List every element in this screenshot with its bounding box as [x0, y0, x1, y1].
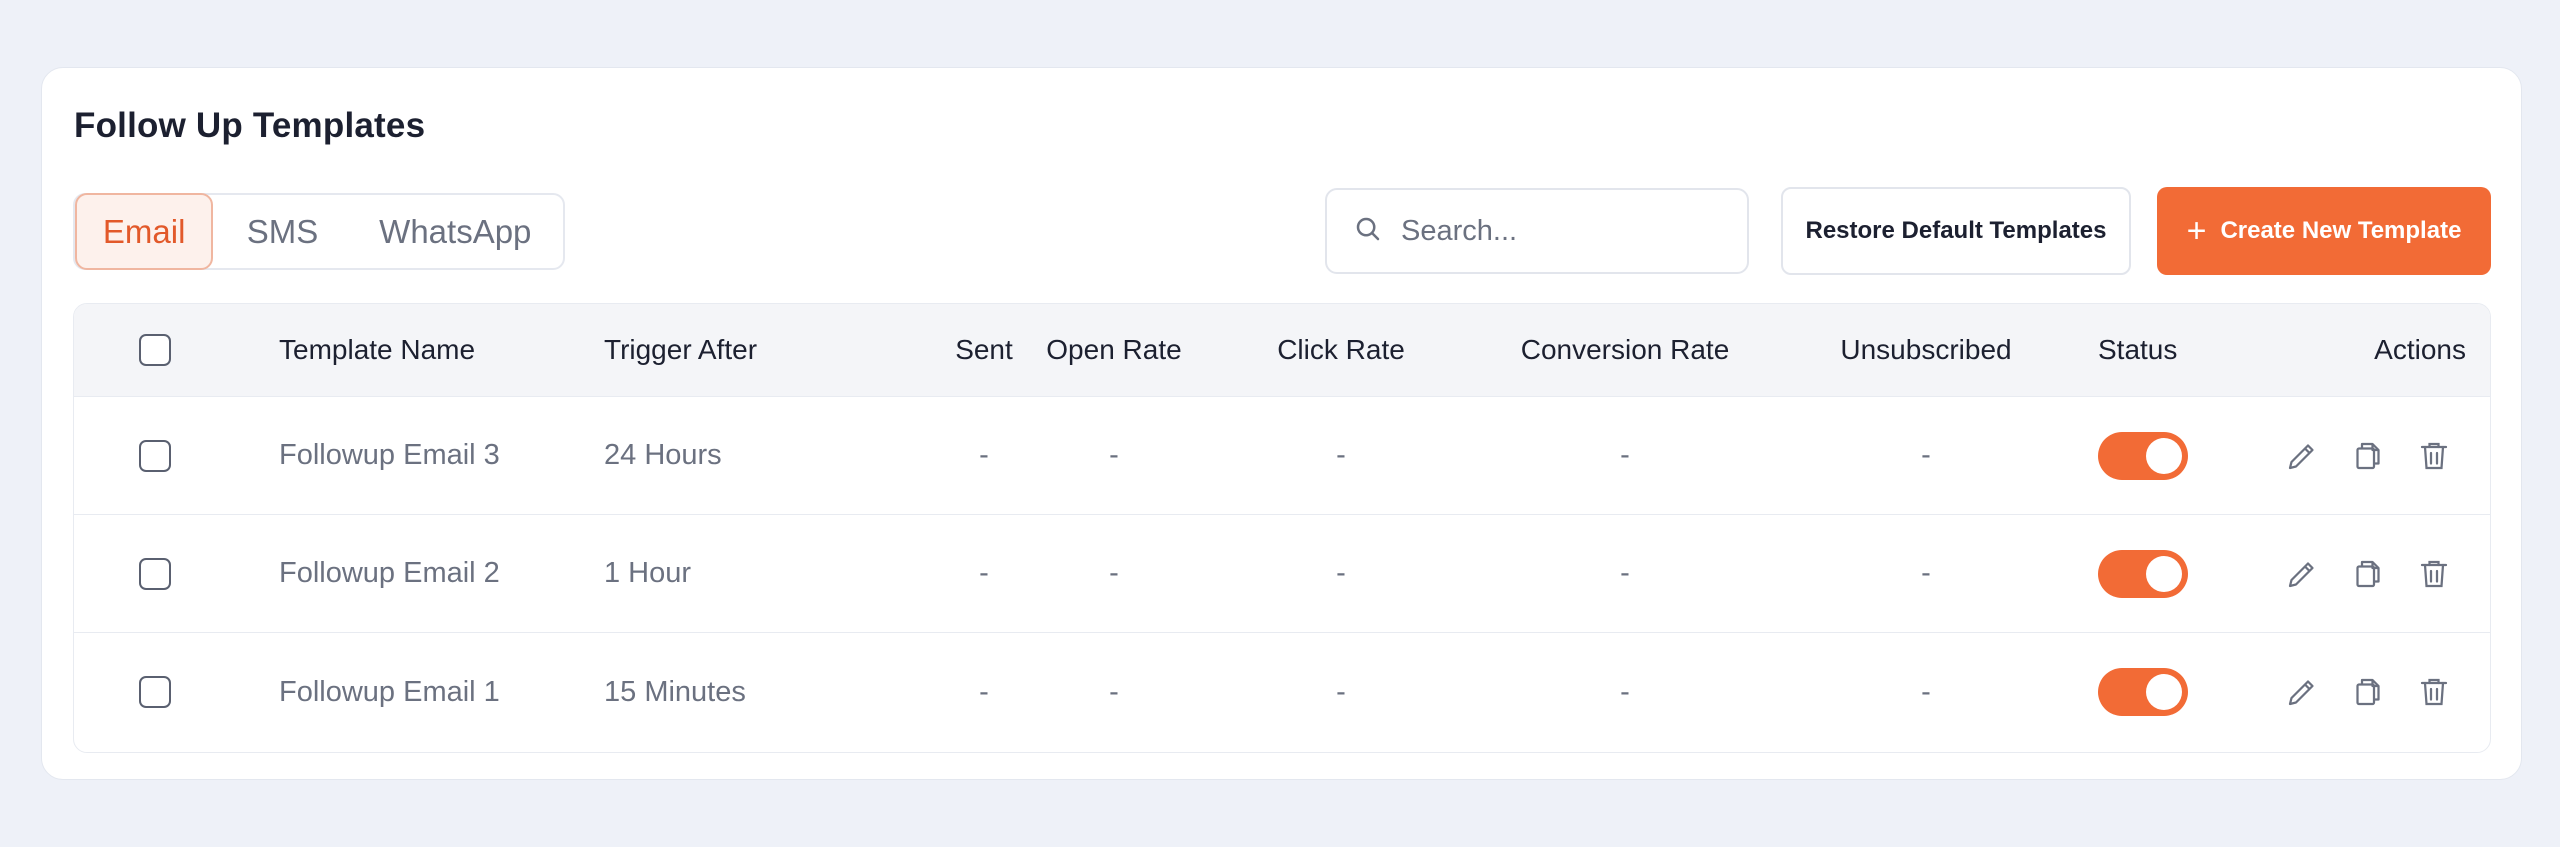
unsubscribed-cell: - [1921, 439, 1931, 471]
table-row: Followup Email 3 24 Hours - - - - - [74, 397, 2490, 515]
duplicate-icon[interactable] [2350, 674, 2386, 710]
unsubscribed-cell: - [1921, 675, 1931, 708]
status-toggle[interactable] [2098, 431, 2188, 480]
row-checkbox[interactable] [139, 439, 171, 472]
page-title: Follow Up Templates [74, 106, 426, 145]
status-cell [2098, 397, 2188, 514]
templates-table: Template Name Trigger After Sent Open Ra… [73, 303, 2491, 753]
tab-whatsapp[interactable]: WhatsApp [352, 195, 559, 268]
toggle-knob [2146, 437, 2182, 474]
header-status: Status [2098, 334, 2178, 365]
row-select-cell [129, 633, 181, 751]
channel-tabs: Email SMS WhatsApp [73, 193, 565, 270]
edit-icon[interactable] [2284, 556, 2320, 592]
edit-icon[interactable] [2284, 674, 2320, 710]
actions-cell [2284, 397, 2452, 514]
edit-icon[interactable] [2284, 438, 2320, 474]
open-rate-cell: - [1109, 557, 1119, 589]
tab-sms[interactable]: SMS [213, 195, 351, 268]
status-cell [2098, 633, 2188, 751]
open-rate-cell: - [1109, 439, 1119, 471]
toggle-knob [2146, 674, 2182, 710]
search-input[interactable] [1401, 214, 1721, 248]
header-open-rate: Open Rate [1046, 334, 1182, 365]
header-template-name: Template Name [279, 334, 476, 365]
open-rate-cell: - [1109, 675, 1119, 708]
create-new-template-button[interactable]: + Create New Template [2157, 187, 2491, 275]
header-actions: Actions [2374, 334, 2466, 365]
trigger-after-cell: 24 Hours [604, 439, 722, 471]
header-click-rate: Click Rate [1277, 334, 1405, 365]
create-new-template-label: Create New Template [2220, 217, 2462, 244]
plus-icon: + [2186, 212, 2207, 250]
duplicate-icon[interactable] [2350, 438, 2386, 474]
conversion-rate-cell: - [1620, 439, 1630, 471]
delete-icon[interactable] [2416, 556, 2452, 592]
select-all-cell [129, 304, 181, 396]
trigger-after-cell: 1 Hour [604, 557, 692, 589]
table-row: Followup Email 2 1 Hour - - - - - [74, 515, 2490, 633]
follow-up-templates-card: Follow Up Templates Email SMS WhatsApp R… [41, 67, 2522, 780]
tab-email[interactable]: Email [75, 193, 214, 270]
unsubscribed-cell: - [1921, 557, 1931, 589]
header-trigger-after: Trigger After [604, 334, 758, 365]
click-rate-cell: - [1336, 439, 1346, 471]
table-header: Template Name Trigger After Sent Open Ra… [74, 304, 2490, 397]
conversion-rate-cell: - [1620, 557, 1630, 589]
header-conversion-rate: Conversion Rate [1520, 334, 1730, 365]
duplicate-icon[interactable] [2350, 556, 2386, 592]
click-rate-cell: - [1336, 675, 1346, 708]
template-name-cell: Followup Email 2 [279, 557, 500, 589]
toggle-knob [2146, 555, 2182, 592]
header-unsubscribed: Unsubscribed [1840, 334, 2012, 365]
actions-cell [2284, 633, 2452, 751]
delete-icon[interactable] [2416, 674, 2452, 710]
template-name-cell: Followup Email 3 [279, 439, 500, 471]
row-checkbox[interactable] [139, 557, 171, 590]
search-icon [1353, 214, 1383, 249]
trigger-after-cell: 15 Minutes [604, 675, 746, 708]
delete-icon[interactable] [2416, 438, 2452, 474]
row-select-cell [129, 397, 181, 514]
row-select-cell [129, 515, 181, 632]
conversion-rate-cell: - [1620, 675, 1630, 708]
restore-default-templates-button[interactable]: Restore Default Templates [1781, 187, 2131, 275]
template-name-cell: Followup Email 1 [279, 675, 500, 708]
row-checkbox[interactable] [139, 676, 171, 708]
table-row: Followup Email 1 15 Minutes - - - - - [74, 633, 2490, 751]
select-all-checkbox[interactable] [139, 334, 171, 366]
click-rate-cell: - [1336, 557, 1346, 589]
status-toggle[interactable] [2098, 668, 2188, 716]
search-box [1325, 188, 1749, 274]
status-toggle[interactable] [2098, 549, 2188, 598]
status-cell [2098, 515, 2188, 632]
actions-cell [2284, 515, 2452, 632]
